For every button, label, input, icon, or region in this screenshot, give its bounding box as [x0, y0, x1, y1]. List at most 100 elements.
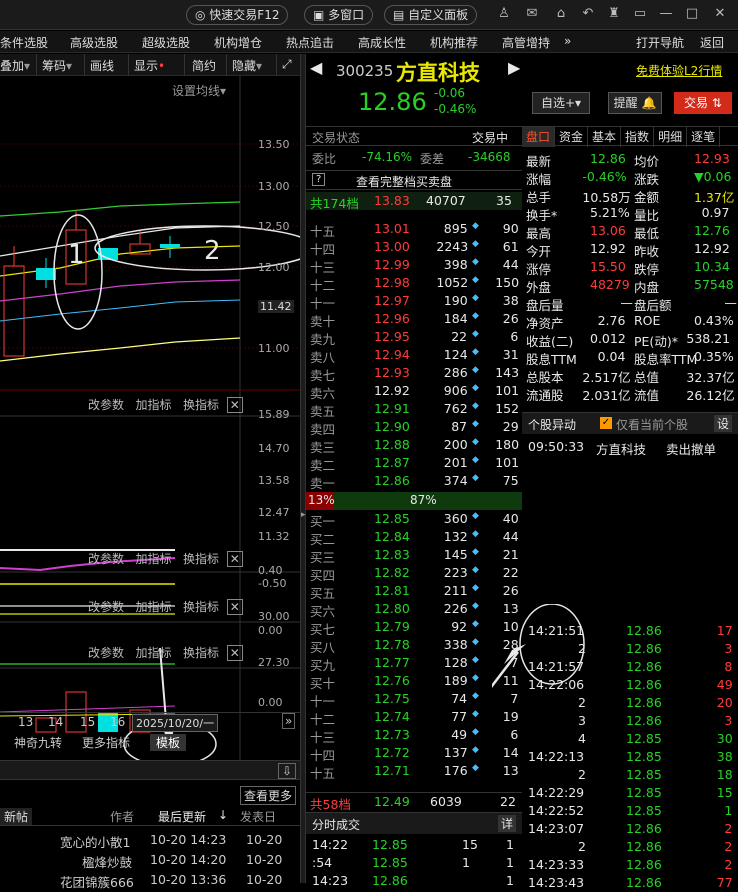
- close-icon[interactable]: ✕: [226, 599, 243, 615]
- tab-basic[interactable]: 基本: [588, 127, 622, 147]
- order-row[interactable]: 十五 12.71 176 ◆ 13: [306, 762, 522, 781]
- tab-more-indicators[interactable]: 更多指标: [82, 734, 130, 751]
- view-full-book-button[interactable]: 查看完整档买卖盘: [356, 173, 452, 190]
- order-row[interactable]: 十五 13.01 895 ◆ 90: [306, 220, 522, 239]
- list-item[interactable]: 宽心的小散1 10-20 14:23 10-20: [60, 832, 300, 850]
- order-row[interactable]: 十四 13.00 2243 ◆ 61: [306, 238, 522, 257]
- back-link[interactable]: 返回: [700, 34, 724, 51]
- tab-detail[interactable]: 明细: [654, 127, 688, 147]
- edit-params-button[interactable]: 改参数: [88, 600, 124, 614]
- order-row[interactable]: 买九 12.77 128 ◆ 7: [306, 654, 522, 673]
- edit-params-button[interactable]: 改参数: [88, 646, 124, 660]
- ticks-detail-button[interactable]: 详: [498, 815, 517, 832]
- alert-button[interactable]: 提醒 🔔: [608, 92, 662, 114]
- order-row[interactable]: 十三 12.73 49 ◆ 6: [306, 726, 522, 745]
- prev-stock-icon[interactable]: ◀: [310, 58, 322, 77]
- add-indicator-button[interactable]: 加指标: [135, 600, 171, 614]
- tab-template[interactable]: 模板: [150, 734, 187, 751]
- close-icon[interactable]: ✕: [226, 397, 243, 413]
- list-item[interactable]: 花团锦簇666 10-20 13:36 10-20: [60, 872, 300, 890]
- shirt-icon[interactable]: ♜: [606, 6, 622, 22]
- minimize-icon-2[interactable]: —: [658, 6, 674, 22]
- custom-panel-button[interactable]: ▤ 自定义面板: [384, 5, 478, 25]
- draw-line-button[interactable]: 画线: [90, 57, 114, 74]
- home-icon[interactable]: ⌂: [553, 6, 569, 22]
- scroll-right-icon[interactable]: »: [282, 713, 296, 729]
- order-row[interactable]: 卖三 12.88 200 ◆ 180: [306, 436, 522, 455]
- switch-indicator-button[interactable]: 换指标: [183, 398, 219, 412]
- order-row[interactable]: 买八 12.78 338 ◆ 28: [306, 636, 522, 655]
- order-row[interactable]: 卖一 12.86 374 ◆ 75: [306, 472, 522, 491]
- order-row[interactable]: 卖六 12.92 906 ◆ 101: [306, 382, 522, 401]
- order-row[interactable]: 买五 12.81 211 ◆ 26: [306, 582, 522, 601]
- download-icon[interactable]: ⇩: [278, 763, 297, 779]
- chips-button[interactable]: 筹码▾: [42, 57, 72, 74]
- user-icon[interactable]: ♙: [496, 6, 512, 22]
- close-icon[interactable]: ✕: [226, 551, 243, 567]
- order-row[interactable]: 买四 12.82 223 ◆ 22: [306, 564, 522, 583]
- menu-item[interactable]: 机构推荐: [430, 34, 478, 51]
- order-row[interactable]: 买三 12.83 145 ◆ 21: [306, 546, 522, 565]
- l2-trial-link[interactable]: 免费体验L2行情: [636, 62, 722, 79]
- menu-item[interactable]: 高级选股: [70, 34, 118, 51]
- order-row[interactable]: 买六 12.80 226 ◆ 13: [306, 600, 522, 619]
- tab-ticks[interactable]: 逐笔: [687, 127, 721, 147]
- close-icon[interactable]: ✕: [226, 645, 243, 661]
- fullscreen-icon[interactable]: ⤢: [282, 57, 292, 72]
- switch-indicator-button[interactable]: 换指标: [183, 600, 219, 614]
- help-icon[interactable]: ?: [312, 173, 326, 186]
- full-book-row[interactable]: ? 查看完整档买卖盘: [306, 170, 522, 190]
- tab-magic-nine[interactable]: 神奇九转: [14, 734, 62, 751]
- order-row[interactable]: 买七 12.79 92 ◆ 10: [306, 618, 522, 637]
- close-icon[interactable]: ✕: [712, 6, 728, 22]
- next-stock-icon[interactable]: ▶: [508, 58, 520, 77]
- edit-params-button[interactable]: 改参数: [88, 398, 124, 412]
- open-nav-link[interactable]: 打开导航: [636, 34, 684, 51]
- order-row[interactable]: 卖七 12.93 286 ◆ 143: [306, 364, 522, 383]
- order-row[interactable]: 十四 12.72 137 ◆ 14: [306, 744, 522, 763]
- order-row[interactable]: 十二 12.98 1052 ◆ 150: [306, 274, 522, 293]
- menu-item[interactable]: 高管增持: [502, 34, 550, 51]
- order-row[interactable]: 买二 12.84 132 ◆ 44: [306, 528, 522, 547]
- order-row[interactable]: 卖五 12.91 762 ◆ 152: [306, 400, 522, 419]
- simple-button[interactable]: 简约: [192, 57, 216, 74]
- overlay-button[interactable]: 叠加▾: [0, 57, 30, 74]
- add-indicator-button[interactable]: 加指标: [135, 646, 171, 660]
- order-row[interactable]: 卖四 12.90 87 ◆ 29: [306, 418, 522, 437]
- switch-indicator-button[interactable]: 换指标: [183, 552, 219, 566]
- order-row[interactable]: 买十 12.76 189 ◆ 11: [306, 672, 522, 691]
- order-row[interactable]: 十一 12.75 74 ◆ 7: [306, 690, 522, 709]
- maximize-icon[interactable]: □: [684, 6, 700, 22]
- order-row[interactable]: 买一 12.85 360 ◆ 40: [306, 510, 522, 529]
- add-indicator-button[interactable]: 加指标: [135, 552, 171, 566]
- menu-item[interactable]: 高成长性: [358, 34, 406, 51]
- alert-row[interactable]: 09:50:33 方直科技 卖出撤单: [522, 438, 738, 457]
- alert-settings-button[interactable]: 设: [714, 415, 733, 432]
- col-author[interactable]: 作者: [110, 808, 134, 825]
- current-only-checkbox[interactable]: ✓: [600, 417, 612, 429]
- tab-index[interactable]: 指数: [621, 127, 655, 147]
- more-menu-icon[interactable]: »: [564, 34, 571, 48]
- mail-icon[interactable]: ✉: [524, 6, 540, 22]
- display-button[interactable]: 显示•: [134, 57, 165, 74]
- edit-params-button[interactable]: 改参数: [88, 552, 124, 566]
- quick-trade-button[interactable]: ◎ 快速交易F12: [186, 5, 289, 25]
- menu-item[interactable]: 条件选股: [0, 34, 48, 51]
- col-last-update[interactable]: 最后更新: [158, 808, 206, 825]
- menu-item[interactable]: 热点追击: [286, 34, 334, 51]
- multi-window-button[interactable]: ▣ 多窗口: [304, 5, 374, 25]
- minimize-icon[interactable]: ▭: [632, 6, 648, 22]
- switch-indicator-button[interactable]: 换指标: [183, 646, 219, 660]
- order-row[interactable]: 十三 12.99 398 ◆ 44: [306, 256, 522, 275]
- view-more-button[interactable]: 查看更多: [240, 786, 297, 805]
- back-icon[interactable]: ↶: [580, 6, 596, 22]
- tab-pankou[interactable]: 盘口: [522, 127, 556, 147]
- new-posts-tab[interactable]: 新帖: [0, 808, 33, 825]
- list-item[interactable]: 楹烽炒鼓 10-20 14:20 10-20: [82, 852, 300, 870]
- order-row[interactable]: 卖二 12.87 201 ◆ 101: [306, 454, 522, 473]
- tab-funds[interactable]: 资金: [555, 127, 589, 147]
- add-watchlist-button[interactable]: 自选+▾: [532, 92, 590, 114]
- hide-button[interactable]: 隐藏▾: [232, 57, 262, 74]
- order-row[interactable]: 卖八 12.94 124 ◆ 31: [306, 346, 522, 365]
- menu-item[interactable]: 超级选股: [142, 34, 190, 51]
